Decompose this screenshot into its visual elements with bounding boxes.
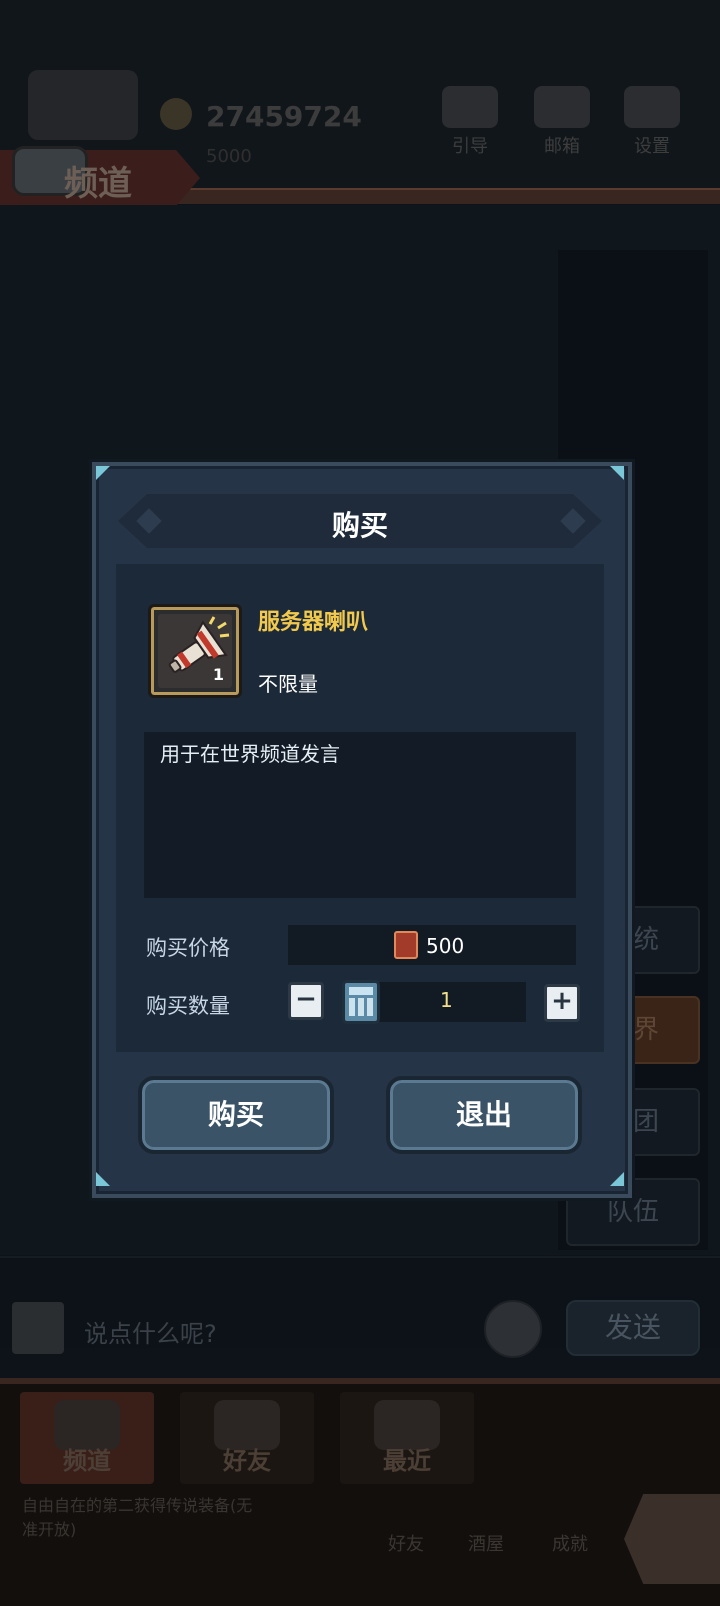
calculator-screen: [349, 987, 373, 995]
ticket-icon: [394, 931, 418, 959]
send-button[interactable]: 发送: [566, 1300, 700, 1356]
exit-button[interactable]: 退出: [386, 1076, 582, 1154]
arrow-right-icon[interactable]: [624, 1494, 720, 1584]
news-line: 自由自在的第二获得传说装备(无: [22, 1496, 253, 1515]
buy-button[interactable]: 购买: [138, 1076, 334, 1154]
bottom-tab-label: 频道: [63, 1447, 111, 1475]
item-limit: 不限量: [258, 672, 318, 696]
settings-label: 设置: [634, 136, 670, 157]
bottom-tab-friends[interactable]: 好友: [180, 1392, 314, 1484]
calculator-keys: [349, 998, 373, 1016]
coin-sub-amount: 5000: [206, 146, 252, 167]
chat-input[interactable]: 说点什么呢?: [84, 1314, 217, 1349]
item-description: 用于在世界频道发言: [160, 742, 340, 766]
gear-icon: [624, 86, 680, 128]
bottom-tab-channel[interactable]: 频道: [20, 1392, 154, 1484]
player-avatar[interactable]: [28, 70, 138, 140]
channel-title: 频道: [64, 164, 132, 204]
item-name: 服务器喇叭: [258, 610, 369, 635]
item-slot[interactable]: 1: [148, 604, 242, 698]
coin-icon: [160, 98, 192, 130]
emoji-icon[interactable]: [484, 1300, 542, 1358]
megaphone-toggle-icon[interactable]: [12, 1302, 64, 1354]
bottom-shortcut-achievement[interactable]: 成就: [552, 1530, 588, 1556]
dialog-title: 购买: [331, 509, 388, 542]
mailbox-label: 邮箱: [544, 136, 580, 157]
news-line: 准开放): [22, 1520, 77, 1539]
price-value: 500: [426, 934, 465, 958]
bottom-shortcut-friends[interactable]: 好友: [388, 1530, 424, 1556]
bottom-tab-recent[interactable]: 最近: [340, 1392, 474, 1484]
mail-icon: [534, 86, 590, 128]
bottom-tab-label: 好友: [223, 1447, 271, 1475]
coin-amount: 27459724: [206, 100, 362, 133]
item-count: 1: [212, 665, 224, 684]
quantity-value: 1: [440, 988, 453, 1012]
news-ticker: 自由自在的第二获得传说装备(无 准开放): [22, 1494, 302, 1542]
guide-label: 引导: [452, 136, 488, 157]
guide-button[interactable]: 引导: [438, 86, 502, 157]
bottom-shortcut-tavern[interactable]: 酒屋: [468, 1530, 504, 1556]
quantity-label: 购买数量: [146, 994, 230, 1018]
increase-quantity-button[interactable]: +: [544, 984, 580, 1022]
guide-icon: [442, 86, 498, 128]
bottom-tab-label: 最近: [383, 1447, 431, 1475]
decrease-quantity-button[interactable]: −: [288, 982, 324, 1020]
mailbox-button[interactable]: 邮箱: [530, 86, 594, 157]
price-label: 购买价格: [146, 936, 230, 960]
item-slot-inner: 1: [158, 614, 232, 688]
calculator-icon[interactable]: [342, 980, 380, 1024]
settings-button[interactable]: 设置: [620, 86, 684, 157]
